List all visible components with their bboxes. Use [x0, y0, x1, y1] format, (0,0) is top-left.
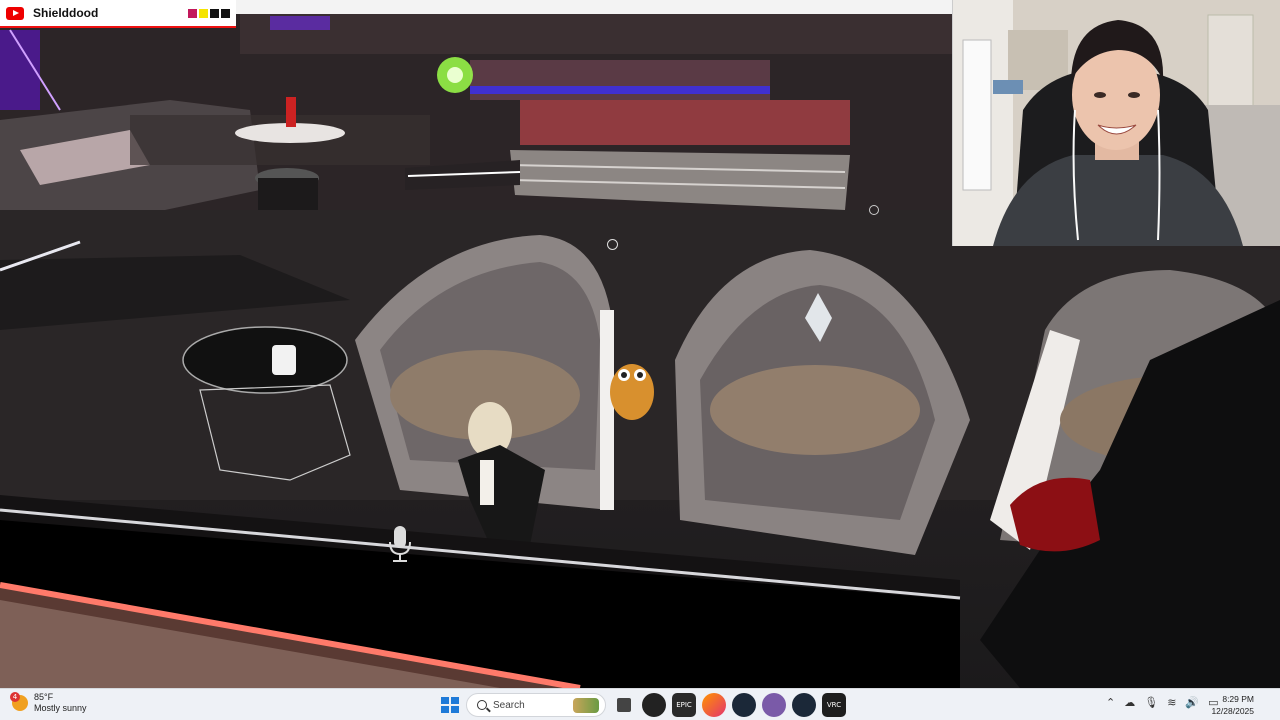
- stream-name-banner: Shielddood: [0, 0, 236, 28]
- clock-date: 12/28/2025: [1211, 706, 1254, 716]
- volume-icon[interactable]: 🔊: [1185, 696, 1199, 709]
- streamer-webcam: [952, 0, 1280, 246]
- swatch-black: [221, 8, 230, 18]
- notification-badge: 4: [10, 692, 20, 702]
- sun-icon: 4: [10, 692, 28, 711]
- clock-time: 8:29 PM: [1222, 694, 1254, 704]
- swatch-yellow: [199, 8, 208, 18]
- youtube-icon: [6, 6, 24, 20]
- system-tray: ⌃ ☁ 🎙 ≋ 🔊 ▭: [1106, 696, 1219, 709]
- task-view-icon[interactable]: [617, 698, 631, 712]
- windows-taskbar: 4 85°F Mostly sunny Search EPIC VRC ⌃ ☁ …: [0, 688, 1280, 720]
- weather-temp: 85°F: [34, 692, 54, 702]
- search-highlight-icon: [573, 698, 599, 713]
- vrchat-icon[interactable]: VRC: [822, 693, 846, 717]
- weather-condition: Mostly sunny: [34, 703, 87, 713]
- start-icon[interactable]: [438, 694, 460, 716]
- epic-games-icon[interactable]: EPIC: [672, 693, 696, 717]
- taskbar-apps: Search EPIC VRC: [438, 693, 846, 717]
- circle-reticle-icon: [869, 205, 879, 215]
- swatch-black: [210, 8, 219, 18]
- circle-reticle-icon: [607, 239, 618, 250]
- wifi-icon[interactable]: ≋: [1167, 696, 1176, 709]
- obs-icon[interactable]: [642, 693, 666, 717]
- search-placeholder: Search: [493, 699, 525, 711]
- search-input[interactable]: Search: [466, 693, 606, 717]
- discord-icon[interactable]: [762, 693, 786, 717]
- microphone-icon: [389, 526, 411, 562]
- webcam-image: [953, 0, 1280, 246]
- channel-name: Shielddood: [33, 6, 99, 20]
- swatch-magenta: [188, 8, 197, 18]
- color-swatches: [188, 8, 230, 18]
- weather-widget[interactable]: 4 85°F Mostly sunny: [10, 692, 87, 714]
- system-clock[interactable]: 8:29 PM 12/28/2025: [1211, 693, 1254, 717]
- weather-text: 85°F Mostly sunny: [34, 692, 87, 714]
- microphone-icon[interactable]: 🎙: [1144, 696, 1158, 709]
- steam-icon-2[interactable]: [792, 693, 816, 717]
- steam-icon[interactable]: [732, 693, 756, 717]
- firefox-icon[interactable]: [702, 693, 726, 717]
- chevron-up-icon[interactable]: ⌃: [1106, 696, 1115, 709]
- cloud-icon[interactable]: ☁: [1124, 696, 1135, 709]
- window-top-strip: [236, 0, 952, 14]
- search-icon: [477, 700, 487, 710]
